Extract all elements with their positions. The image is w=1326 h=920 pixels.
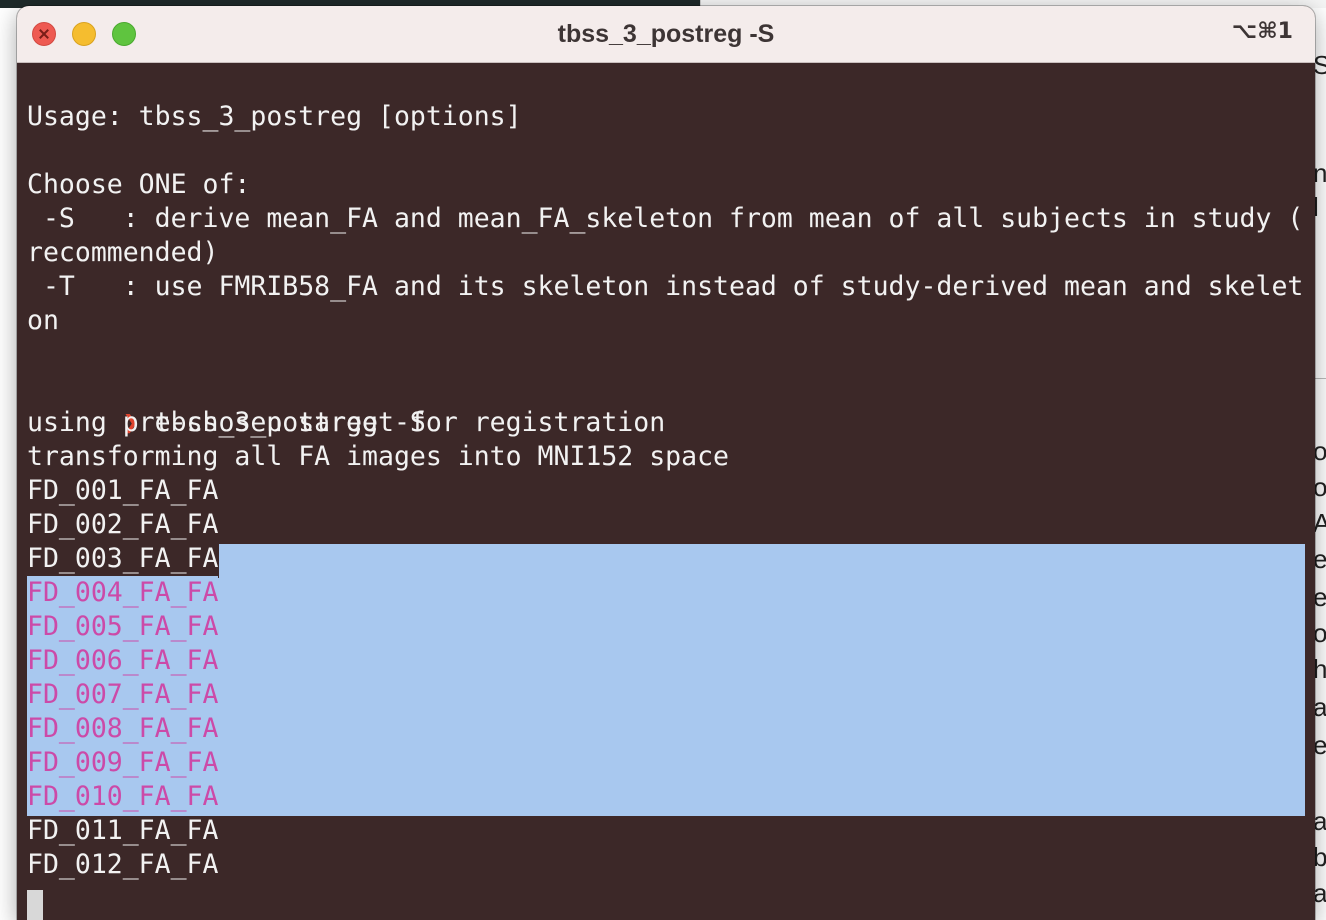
selected-output-line: FD_008_FA_FA: [27, 712, 219, 746]
option-t-line: -T : use FMRIB58_FA and its skeleton ins…: [27, 271, 1304, 302]
choose-line: Choose ONE of:: [27, 169, 251, 200]
output-line: transforming all FA images into MNI152 s…: [27, 441, 729, 472]
selected-output-line: FD_010_FA_FA: [27, 780, 219, 814]
selected-output-line: FD_007_FA_FA: [27, 678, 219, 712]
command-line: ❯ tbss_3_postreg -S: [27, 372, 426, 438]
output-line: using pre-chosen target for registration: [27, 407, 666, 438]
option-t-line-wrap: on: [27, 305, 59, 336]
usage-line: Usage: tbss_3_postreg [options]: [27, 101, 522, 132]
output-line: FD_001_FA_FA: [27, 475, 219, 506]
title-bar[interactable]: tbss_3_postreg -S ⌥⌘1: [17, 6, 1315, 63]
selected-output-line: FD_006_FA_FA: [27, 644, 219, 678]
text-cursor: [27, 890, 43, 920]
text-selection-highlight: [219, 544, 1305, 578]
option-s-line: -S : derive mean_FA and mean_FA_skeleton…: [27, 203, 1304, 234]
terminal-window[interactable]: tbss_3_postreg -S ⌥⌘1 Usage: tbss_3_post…: [17, 6, 1315, 920]
text-selection-highlight: [27, 578, 1305, 816]
window-title: tbss_3_postreg -S: [557, 20, 775, 48]
selected-output-line: FD_009_FA_FA: [27, 746, 219, 780]
output-line: FD_012_FA_FA: [27, 849, 219, 880]
output-line: FD_011_FA_FA: [27, 815, 219, 846]
output-line: FD_003_FA_FA: [27, 543, 219, 574]
window-shortcut-label: ⌥⌘1: [1231, 19, 1293, 44]
selected-output-line: FD_005_FA_FA: [27, 610, 219, 644]
selected-output-line: FD_004_FA_FA: [27, 576, 219, 610]
option-s-line-wrap: recommended): [27, 237, 219, 268]
terminal-output[interactable]: Usage: tbss_3_postreg [options] Choose O…: [27, 64, 1305, 920]
output-line: FD_002_FA_FA: [27, 509, 219, 540]
